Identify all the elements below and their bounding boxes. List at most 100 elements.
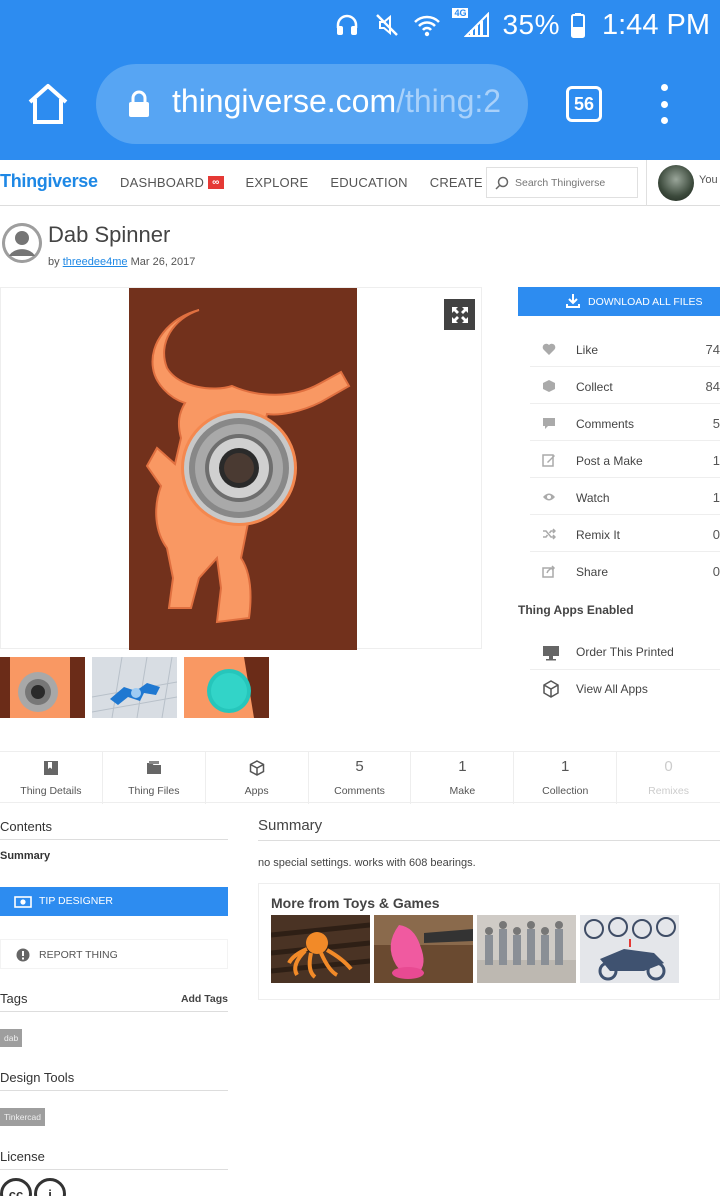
tab-collection[interactable]: 1 Collection [514, 752, 618, 804]
action-remix[interactable]: Remix It 0 [530, 515, 720, 552]
tab-label: Make [449, 785, 476, 797]
app-label: Order This Printed [576, 645, 674, 659]
user-menu-label[interactable]: You [699, 174, 718, 186]
thumbnail-3[interactable] [184, 657, 269, 718]
tag-chip[interactable]: dab [0, 1029, 23, 1047]
action-post-make[interactable]: Post a Make 1 [530, 441, 720, 478]
license-title: License [0, 1149, 45, 1164]
address-bar[interactable]: thingiverse.com/thing:2 [96, 64, 528, 144]
tab-count: 0 [664, 758, 673, 775]
nav-dashboard-label: DASHBOARD [120, 175, 205, 190]
site-header: Thingiverse DASHBOARD ∞ EXPLORE EDUCATION… [0, 160, 720, 206]
tip-designer-button[interactable]: TIP DESIGNER [0, 887, 228, 916]
action-count: 1 [712, 453, 720, 468]
main-image-viewer[interactable] [0, 287, 482, 650]
action-label: Post a Make [576, 454, 643, 468]
tip-label: TIP DESIGNER [39, 895, 113, 907]
url-host: thingiverse.com [172, 83, 397, 119]
report-thing-button[interactable]: REPORT THING [0, 939, 228, 969]
search-input[interactable] [515, 174, 633, 192]
tab-make[interactable]: 1 Make [411, 752, 515, 804]
design-tools-heading: Design Tools [0, 1070, 228, 1091]
app-order-printed[interactable]: Order This Printed [530, 633, 720, 670]
mute-icon [372, 10, 402, 40]
action-label: Watch [576, 491, 610, 505]
cube-icon [249, 760, 265, 776]
download-all-files-button[interactable]: DOWNLOAD ALL FILES [518, 287, 720, 316]
search-box[interactable] [486, 167, 638, 198]
nav-education[interactable]: EDUCATION [330, 175, 407, 190]
lock-icon [128, 90, 150, 118]
fullscreen-icon[interactable] [444, 299, 475, 330]
action-comments[interactable]: Comments 5 [530, 404, 720, 441]
action-count: 84 [705, 379, 720, 394]
thing-tabs: Thing Details Thing Files Apps 5 Comment… [0, 751, 720, 804]
browser-chrome: 4G 35% 1:44 PM thingiverse.com/thing:2 5… [0, 0, 720, 160]
tab-thing-details[interactable]: Thing Details [0, 752, 103, 804]
action-count: 0 [712, 564, 720, 579]
tab-count: 5 [355, 758, 364, 775]
action-label: Collect [576, 380, 613, 394]
thumbnail-2[interactable] [92, 657, 177, 718]
contents-summary-link[interactable]: Summary [0, 850, 50, 862]
wifi-icon [412, 10, 442, 40]
summary-heading: Summary [258, 817, 720, 841]
action-count: 0 [712, 527, 720, 542]
alert-icon [16, 948, 30, 962]
related-thing-3[interactable] [477, 915, 576, 983]
comment-icon [542, 416, 556, 430]
thingiverse-logo[interactable]: Thingiverse [0, 171, 98, 192]
more-heading: More from Toys & Games [271, 895, 440, 911]
tab-switcher-button[interactable]: 56 [566, 86, 602, 122]
nav-dashboard[interactable]: DASHBOARD ∞ [120, 175, 224, 190]
home-icon[interactable] [24, 80, 72, 128]
publish-date: Mar 26, 2017 [130, 256, 196, 268]
action-like[interactable]: Like 74 [530, 330, 720, 367]
share-icon [542, 564, 556, 578]
nav-explore[interactable]: EXPLORE [246, 175, 309, 190]
clock: 1:44 PM [602, 8, 710, 41]
byline-prefix: by [48, 256, 60, 268]
more-from-category: More from Toys & Games [258, 883, 720, 1000]
tab-thing-files[interactable]: Thing Files [103, 752, 206, 804]
related-thing-2[interactable] [374, 915, 473, 983]
report-label: REPORT THING [39, 949, 118, 961]
tab-label: Thing Files [128, 785, 180, 797]
url-text: thingiverse.com/thing:2 [172, 83, 501, 120]
tab-count: 1 [561, 758, 570, 775]
folder-icon [146, 760, 162, 776]
action-watch[interactable]: Watch 1 [530, 478, 720, 515]
attribution-icon: i [34, 1178, 66, 1196]
related-thing-1[interactable] [271, 915, 370, 983]
license-badges[interactable]: cc i [0, 1178, 66, 1196]
tab-remixes[interactable]: 0 Remixes [617, 752, 720, 804]
nav-create[interactable]: CREATE [430, 175, 483, 190]
battery-icon [570, 10, 586, 40]
action-collect[interactable]: Collect 84 [530, 367, 720, 404]
printer-icon [542, 643, 560, 661]
download-label: DOWNLOAD ALL FILES [588, 295, 703, 308]
tab-comments[interactable]: 5 Comments [309, 752, 412, 804]
url-path: /thing:2 [396, 83, 502, 119]
creator-avatar[interactable] [2, 223, 42, 263]
tags-heading: Tags Add Tags [0, 991, 228, 1012]
collect-icon [542, 379, 556, 393]
add-tags-link[interactable]: Add Tags [181, 993, 228, 1005]
signal-icon: 4G [452, 8, 492, 40]
action-count: 74 [705, 342, 720, 357]
app-view-all[interactable]: View All Apps [530, 670, 720, 707]
headset-icon [332, 10, 362, 40]
thumbnail-1[interactable] [0, 657, 85, 718]
page-title: Dab Spinner [48, 222, 171, 247]
author-link[interactable]: threedee4me [63, 256, 128, 268]
header-divider [646, 160, 647, 206]
tool-chip[interactable]: Tinkercad [0, 1108, 46, 1126]
action-share[interactable]: Share 0 [530, 552, 720, 589]
action-label: Like [576, 343, 599, 357]
related-thing-4[interactable] [580, 915, 679, 983]
tab-apps[interactable]: Apps [206, 752, 309, 804]
user-avatar[interactable] [658, 165, 694, 201]
overflow-menu-icon[interactable] [656, 84, 672, 124]
creative-commons-icon: cc [0, 1178, 32, 1196]
action-label: Remix It [576, 528, 621, 542]
